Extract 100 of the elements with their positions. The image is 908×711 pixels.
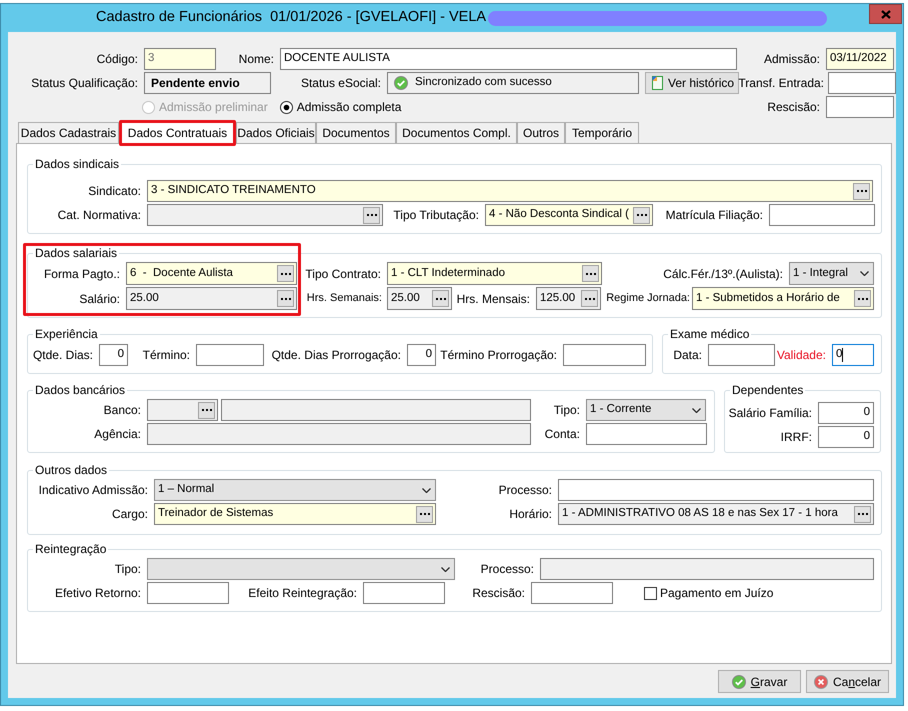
field-label: Tipo: <box>114 561 141 578</box>
text-cursor-icon <box>842 348 844 362</box>
lookup-button[interactable] <box>363 206 380 224</box>
dropdown[interactable]: 1 - Corrente <box>586 399 706 421</box>
lookup-button[interactable] <box>416 506 433 522</box>
text-field[interactable] <box>363 582 445 604</box>
field-label: Indicativo Admissão: <box>38 482 148 499</box>
field-label: IRRF: <box>780 429 812 446</box>
text-field[interactable]: 0 <box>832 344 874 366</box>
text-field[interactable]: 0 <box>407 344 436 366</box>
field-label: Sindicato: <box>88 183 141 200</box>
lookup-field[interactable]: 1 - Submetidos a Horário de <box>692 287 874 310</box>
tab[interactable]: Temporário <box>565 122 639 143</box>
field-label: Status eSocial: <box>300 75 381 92</box>
lookup-button[interactable] <box>854 506 871 522</box>
lookup-field[interactable]: 25.00 <box>387 287 452 310</box>
tab[interactable]: Documentos Compl. <box>396 122 517 143</box>
lookup-field[interactable]: 1 - CLT Indeterminado <box>387 262 602 285</box>
text-field[interactable]: 3 <box>144 48 216 70</box>
tab[interactable]: Documentos <box>316 122 396 143</box>
group-title: Outros dados <box>34 463 108 477</box>
field-label: Hrs. Mensais: <box>456 290 530 308</box>
tab[interactable]: Dados Oficiais <box>236 122 316 143</box>
close-button[interactable] <box>869 4 902 24</box>
lookup-button[interactable] <box>198 402 215 418</box>
group-title: Reintegração <box>34 542 108 556</box>
text-field[interactable] <box>147 582 229 604</box>
lookup-button[interactable] <box>633 206 650 224</box>
tab[interactable]: Dados Cadastrais <box>18 122 119 143</box>
field-label: Salário: <box>79 290 120 308</box>
field-label: Cálc.Fér./13º.(Aulista): <box>663 266 783 282</box>
close-icon <box>880 10 890 18</box>
group-title: Exame médico <box>669 327 750 341</box>
text-field[interactable]: 03/11/2022 <box>826 48 894 70</box>
lookup-field[interactable] <box>147 399 218 421</box>
field-label: Código: <box>96 51 138 68</box>
dropdown[interactable] <box>147 558 455 580</box>
field-label: Transf. Entrada: <box>738 75 824 92</box>
lookup-field[interactable]: 125.00 <box>536 287 601 310</box>
lookup-field[interactable]: 25.00 <box>126 287 297 310</box>
text-field[interactable]: 0 <box>99 344 128 366</box>
field-label: Rescisão: <box>472 585 525 602</box>
text-field[interactable] <box>558 479 874 501</box>
dropdown[interactable]: 1 - Integral <box>789 262 874 285</box>
lookup-button[interactable] <box>854 290 871 307</box>
lookup-button[interactable] <box>277 265 294 282</box>
save-button[interactable]: Gravar <box>718 670 801 693</box>
group-title: Dados sindicais <box>34 157 120 171</box>
field-label: Hrs. Semanais: <box>306 291 382 306</box>
chevron-down-icon <box>860 271 869 276</box>
field-label: Cargo: <box>112 506 148 523</box>
field-label: Validade: <box>776 347 826 364</box>
lookup-field[interactable]: 6 - Docente Aulista <box>126 262 297 285</box>
text-field[interactable] <box>563 344 646 366</box>
lookup-button[interactable] <box>432 290 449 307</box>
status-field: Sincronizado com sucesso <box>387 72 639 94</box>
lookup-button[interactable] <box>581 290 598 307</box>
text-field[interactable] <box>196 344 264 366</box>
field-label: Processo: <box>480 561 534 578</box>
text-field[interactable] <box>540 558 874 580</box>
lookup-button[interactable] <box>582 265 599 282</box>
field-label: Cat. Normativa: <box>58 207 141 224</box>
checkbox[interactable]: Pagamento em Juízo <box>644 582 774 604</box>
text-field[interactable] <box>221 399 531 421</box>
field-label: Efetivo Retorno: <box>54 585 141 602</box>
text-field[interactable] <box>826 96 894 118</box>
text-field[interactable] <box>708 344 775 366</box>
field-label: Nome: <box>238 51 274 68</box>
text-field[interactable] <box>531 582 613 604</box>
document-icon <box>649 75 665 91</box>
tab[interactable]: Dados Contratuais <box>119 120 236 146</box>
text-field[interactable]: 0 <box>818 402 874 424</box>
lookup-field[interactable]: 1 - ADMINISTRATIVO 08 AS 18 e nas Sex 17 - 1 hora <box>558 503 874 525</box>
lookup-button[interactable] <box>853 182 870 200</box>
field-label: Agência: <box>94 426 141 443</box>
lookup-field[interactable]: 4 - Não Desconta Sindical ( <box>485 204 653 226</box>
text-field[interactable] <box>769 204 875 226</box>
lookup-button[interactable] <box>277 290 294 307</box>
field-label: Forma Pagto.: <box>44 266 120 282</box>
cancel-button[interactable]: Cancelar <box>806 670 889 693</box>
chevron-down-icon <box>692 408 701 412</box>
text-field[interactable] <box>828 72 896 94</box>
field-label: Matrícula Filiação: <box>666 207 763 224</box>
x-circle-icon <box>814 674 828 688</box>
text-field[interactable]: 0 <box>818 426 874 448</box>
lookup-field[interactable]: Treinador de Sistemas <box>154 503 436 525</box>
group-title: Experiência <box>34 327 99 341</box>
field-label: Tipo Contrato: <box>305 266 381 282</box>
text-field[interactable] <box>147 423 531 445</box>
tab[interactable]: Outros <box>517 122 565 143</box>
radio-button[interactable]: Admissão completa <box>280 96 402 118</box>
field-label: Rescisão: <box>767 99 820 116</box>
group-title: Dados bancários <box>34 383 126 397</box>
text-field[interactable] <box>586 423 707 445</box>
lookup-field[interactable] <box>147 204 383 226</box>
group-title: Dados salariais <box>34 246 118 260</box>
lookup-field[interactable]: 3 - SINDICATO TREINAMENTO <box>147 180 873 202</box>
text-field[interactable]: DOCENTE AULISTA <box>280 48 737 70</box>
history-button[interactable]: Ver histórico <box>645 72 739 94</box>
dropdown[interactable]: 1 – Normal <box>154 479 436 501</box>
